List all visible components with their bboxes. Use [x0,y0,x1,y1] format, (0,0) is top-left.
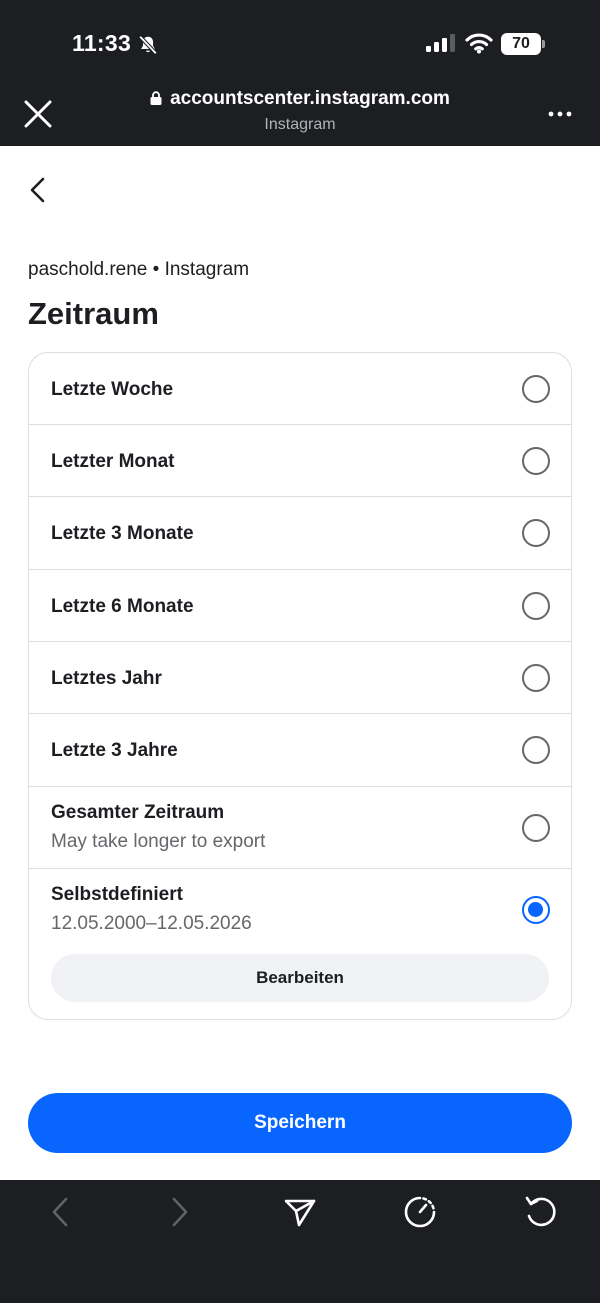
option-label: Letzte Woche [51,379,174,400]
more-icon[interactable] [548,110,572,118]
radio-button[interactable] [522,375,550,403]
breadcrumb: paschold.rene • Instagram [28,259,250,280]
option-sublabel: May take longer to export [51,831,266,852]
lock-icon [150,91,162,105]
option-label: Letzte 3 Jahre [51,740,178,761]
wifi-icon [465,33,493,54]
send-icon[interactable] [282,1194,318,1230]
status-time: 11:33 [72,30,132,56]
option-letzte-woche[interactable]: Letzte Woche [29,353,571,425]
back-arrow-icon[interactable] [26,174,52,206]
save-button[interactable]: Speichern [28,1093,572,1153]
radio-button[interactable] [522,592,550,620]
option-label: Letzte 6 Monate [51,596,194,617]
option-label: Letzter Monat [51,451,175,472]
reload-icon[interactable] [522,1194,558,1230]
bell-slash-icon [138,35,158,55]
back-arrow-icon[interactable] [42,1194,78,1230]
timeframe-options-card: Letzte Woche Letzter Monat Letzte 3 Mona… [28,352,572,1020]
url-bar[interactable]: accountscenter.instagram.com [0,88,600,110]
site-name: Instagram [264,116,336,133]
option-label: Gesamter Zeitraum [51,802,225,823]
radio-button[interactable] [522,664,550,692]
option-label: Letzte 3 Monate [51,523,194,544]
radio-button[interactable] [522,814,550,842]
option-letzte-6-monate[interactable]: Letzte 6 Monate [29,570,571,642]
date-range: 12.05.2000–12.05.2026 [51,913,252,934]
radio-button-checked[interactable] [522,896,550,924]
radio-button[interactable] [522,519,550,547]
browser-top-bar: 11:33 70 accountscenter.instagram.com In… [0,0,600,146]
option-letzte-3-monate[interactable]: Letzte 3 Monate [29,497,571,570]
option-letzter-monat[interactable]: Letzter Monat [29,425,571,497]
signal-icon [426,34,455,52]
radio-button[interactable] [522,447,550,475]
option-label: Letztes Jahr [51,668,162,689]
battery-level: 70 [501,33,541,55]
option-letztes-jahr[interactable]: Letztes Jahr [29,642,571,714]
url-text: accountscenter.instagram.com [170,88,450,109]
browser-bottom-toolbar [0,1180,600,1303]
option-label: Selbstdefiniert [51,884,183,905]
battery-icon: 70 [501,33,545,55]
page-title: Zeitraum [28,296,159,331]
option-letzte-3-jahre[interactable]: Letzte 3 Jahre [29,714,571,787]
edit-button[interactable]: Bearbeiten [51,954,549,1002]
battery-cap [542,40,545,48]
radio-button[interactable] [522,736,550,764]
forward-arrow-icon[interactable] [162,1194,198,1230]
option-gesamter-zeitraum[interactable]: Gesamter Zeitraum May take longer to exp… [29,787,571,869]
timer-icon[interactable] [402,1194,438,1230]
